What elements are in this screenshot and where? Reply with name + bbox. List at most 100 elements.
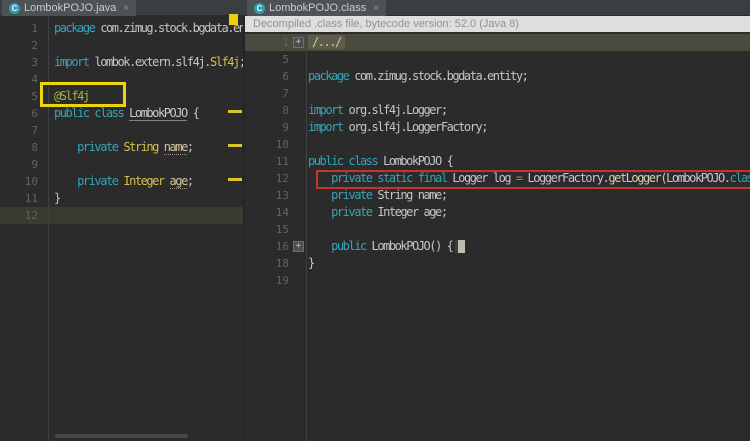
fold-column — [38, 54, 54, 71]
code-line[interactable]: 3 import lombok.extern.slf4j.Slf4j; — [0, 54, 243, 71]
code-token: lombok.extern.slf4j. — [94, 55, 211, 69]
line-number[interactable]: 6 — [0, 105, 38, 122]
code-line[interactable]: 7 — [245, 85, 750, 102]
horizontal-scrollbar-thumb[interactable] — [55, 434, 188, 438]
code-line[interactable]: 16 + public LombokPOJO() { — [245, 238, 750, 255]
code-line[interactable]: 15 — [245, 221, 750, 238]
code-token: package — [308, 69, 355, 83]
code-line[interactable]: 7 — [0, 122, 243, 139]
code-line[interactable]: 2 — [0, 37, 243, 54]
line-number[interactable]: 18 — [245, 255, 289, 272]
line-number[interactable]: 12 — [0, 207, 38, 224]
code-line[interactable]: 10 — [245, 136, 750, 153]
code-token: LombokPOJO — [129, 106, 188, 121]
line-number[interactable]: 8 — [245, 102, 289, 119]
code-line[interactable]: 1 + /.../ — [245, 34, 750, 51]
line-number[interactable]: 4 — [0, 71, 38, 88]
java-source-editor[interactable]: 1 package com.zimug.stock.bgdata.en 2 3 impo… — [0, 16, 243, 441]
code-line[interactable]: 8 import org.slf4j.Logger; — [245, 102, 750, 119]
code-token: String — [123, 140, 164, 154]
code-line[interactable]: 8 private String name; — [0, 139, 243, 156]
line-number[interactable]: 19 — [245, 272, 289, 289]
code-text: public class LombokPOJO { — [308, 153, 454, 170]
code-token: public — [331, 239, 372, 253]
warning-stripe-marker[interactable] — [228, 110, 242, 113]
code-line[interactable]: 12 — [0, 207, 243, 224]
code-text: public LombokPOJO() { — [308, 238, 466, 255]
code-token: Slf4j — [209, 55, 240, 69]
code-token: ; — [186, 174, 194, 188]
code-token: import — [54, 55, 95, 69]
code-token: LombokPOJO() { — [371, 239, 454, 253]
gutter-separator — [48, 16, 49, 441]
code-line[interactable]: 6 package com.zimug.stock.bgdata.entity; — [245, 68, 750, 85]
code-token: com.zimug.stock.bgdata.en — [100, 21, 243, 35]
warning-stripe-marker[interactable] — [229, 14, 238, 25]
line-number[interactable]: 12 — [245, 170, 289, 187]
code-line[interactable]: 19 — [245, 272, 750, 289]
code-area[interactable]: 1 + /.../ 5 6 package com.zimug.stock.bgdata.… — [245, 34, 750, 289]
line-number[interactable]: 1 — [0, 20, 38, 37]
line-number[interactable]: 7 — [245, 85, 289, 102]
code-token: } — [54, 191, 61, 205]
fold-expand-icon[interactable]: + — [293, 37, 304, 48]
code-token: public class — [54, 106, 130, 120]
line-number[interactable]: 9 — [0, 156, 38, 173]
line-number[interactable]: 1 — [245, 34, 289, 51]
annotation-yellow-box — [40, 82, 126, 107]
decompiled-class-editor[interactable]: Decompiled .class file, bytecode version… — [245, 16, 750, 441]
annotation-red-box — [316, 170, 750, 189]
code-token: import — [308, 120, 349, 134]
line-number[interactable]: 5 — [245, 51, 289, 68]
line-number[interactable]: 14 — [245, 204, 289, 221]
code-text: import org.slf4j.LoggerFactory; — [308, 119, 488, 136]
code-line[interactable]: 13 private String name; — [245, 187, 750, 204]
line-number[interactable]: 10 — [0, 173, 38, 190]
fold-expand-icon[interactable]: + — [293, 241, 304, 252]
warning-stripe-marker[interactable] — [228, 178, 242, 181]
code-text: /.../ — [308, 34, 345, 51]
code-text: import org.slf4j.Logger; — [308, 102, 448, 119]
line-number[interactable]: 6 — [245, 68, 289, 85]
line-number[interactable]: 9 — [245, 119, 289, 136]
code-line[interactable]: 14 private Integer age; — [245, 204, 750, 221]
code-line[interactable]: 18} — [245, 255, 750, 272]
code-line[interactable]: 5 — [245, 51, 750, 68]
line-number[interactable]: 2 — [0, 37, 38, 54]
code-token: private — [331, 205, 378, 219]
line-number[interactable]: 11 — [0, 190, 38, 207]
line-number[interactable]: 5 — [0, 88, 38, 105]
warning-stripe-marker[interactable] — [228, 144, 242, 147]
code-line[interactable]: 9 — [0, 156, 243, 173]
code-token: { — [186, 106, 200, 120]
fold-column — [38, 173, 54, 190]
code-area[interactable]: 1 package com.zimug.stock.bgdata.en 2 3 impo… — [0, 16, 243, 224]
line-number[interactable]: 8 — [0, 139, 38, 156]
line-number[interactable]: 11 — [245, 153, 289, 170]
line-number[interactable]: 10 — [245, 136, 289, 153]
tab-lombokpojo-class[interactable]: C LombokPOJO.class × — [247, 0, 387, 16]
code-line[interactable]: 10 private Integer age; — [0, 173, 243, 190]
line-number[interactable]: 13 — [245, 187, 289, 204]
code-line[interactable]: 6 public class LombokPOJO { — [0, 105, 243, 122]
line-number[interactable]: 7 — [0, 122, 38, 139]
code-line[interactable]: 1 package com.zimug.stock.bgdata.en — [0, 20, 243, 37]
code-line[interactable]: 9 import org.slf4j.LoggerFactory; — [245, 119, 750, 136]
code-token: Integer age; — [377, 205, 448, 219]
line-number[interactable]: 15 — [245, 221, 289, 238]
tab-label: LombokPOJO.class — [269, 2, 367, 14]
code-token: private — [331, 188, 378, 202]
line-number[interactable]: 3 — [0, 54, 38, 71]
code-line[interactable]: 11 public class LombokPOJO { — [245, 153, 750, 170]
close-icon[interactable]: × — [123, 3, 129, 14]
close-icon[interactable]: × — [373, 3, 379, 14]
fold-column — [38, 122, 54, 139]
tab-lombokpojo-java[interactable]: C LombokPOJO.java × — [2, 0, 137, 16]
ide-window: C LombokPOJO.java × C LombokPOJO.class ×… — [0, 0, 750, 441]
line-number[interactable]: 16 — [245, 238, 289, 255]
code-token: String name; — [377, 188, 448, 202]
code-token: LombokPOJO { — [383, 154, 454, 168]
code-line[interactable]: 11} — [0, 190, 243, 207]
